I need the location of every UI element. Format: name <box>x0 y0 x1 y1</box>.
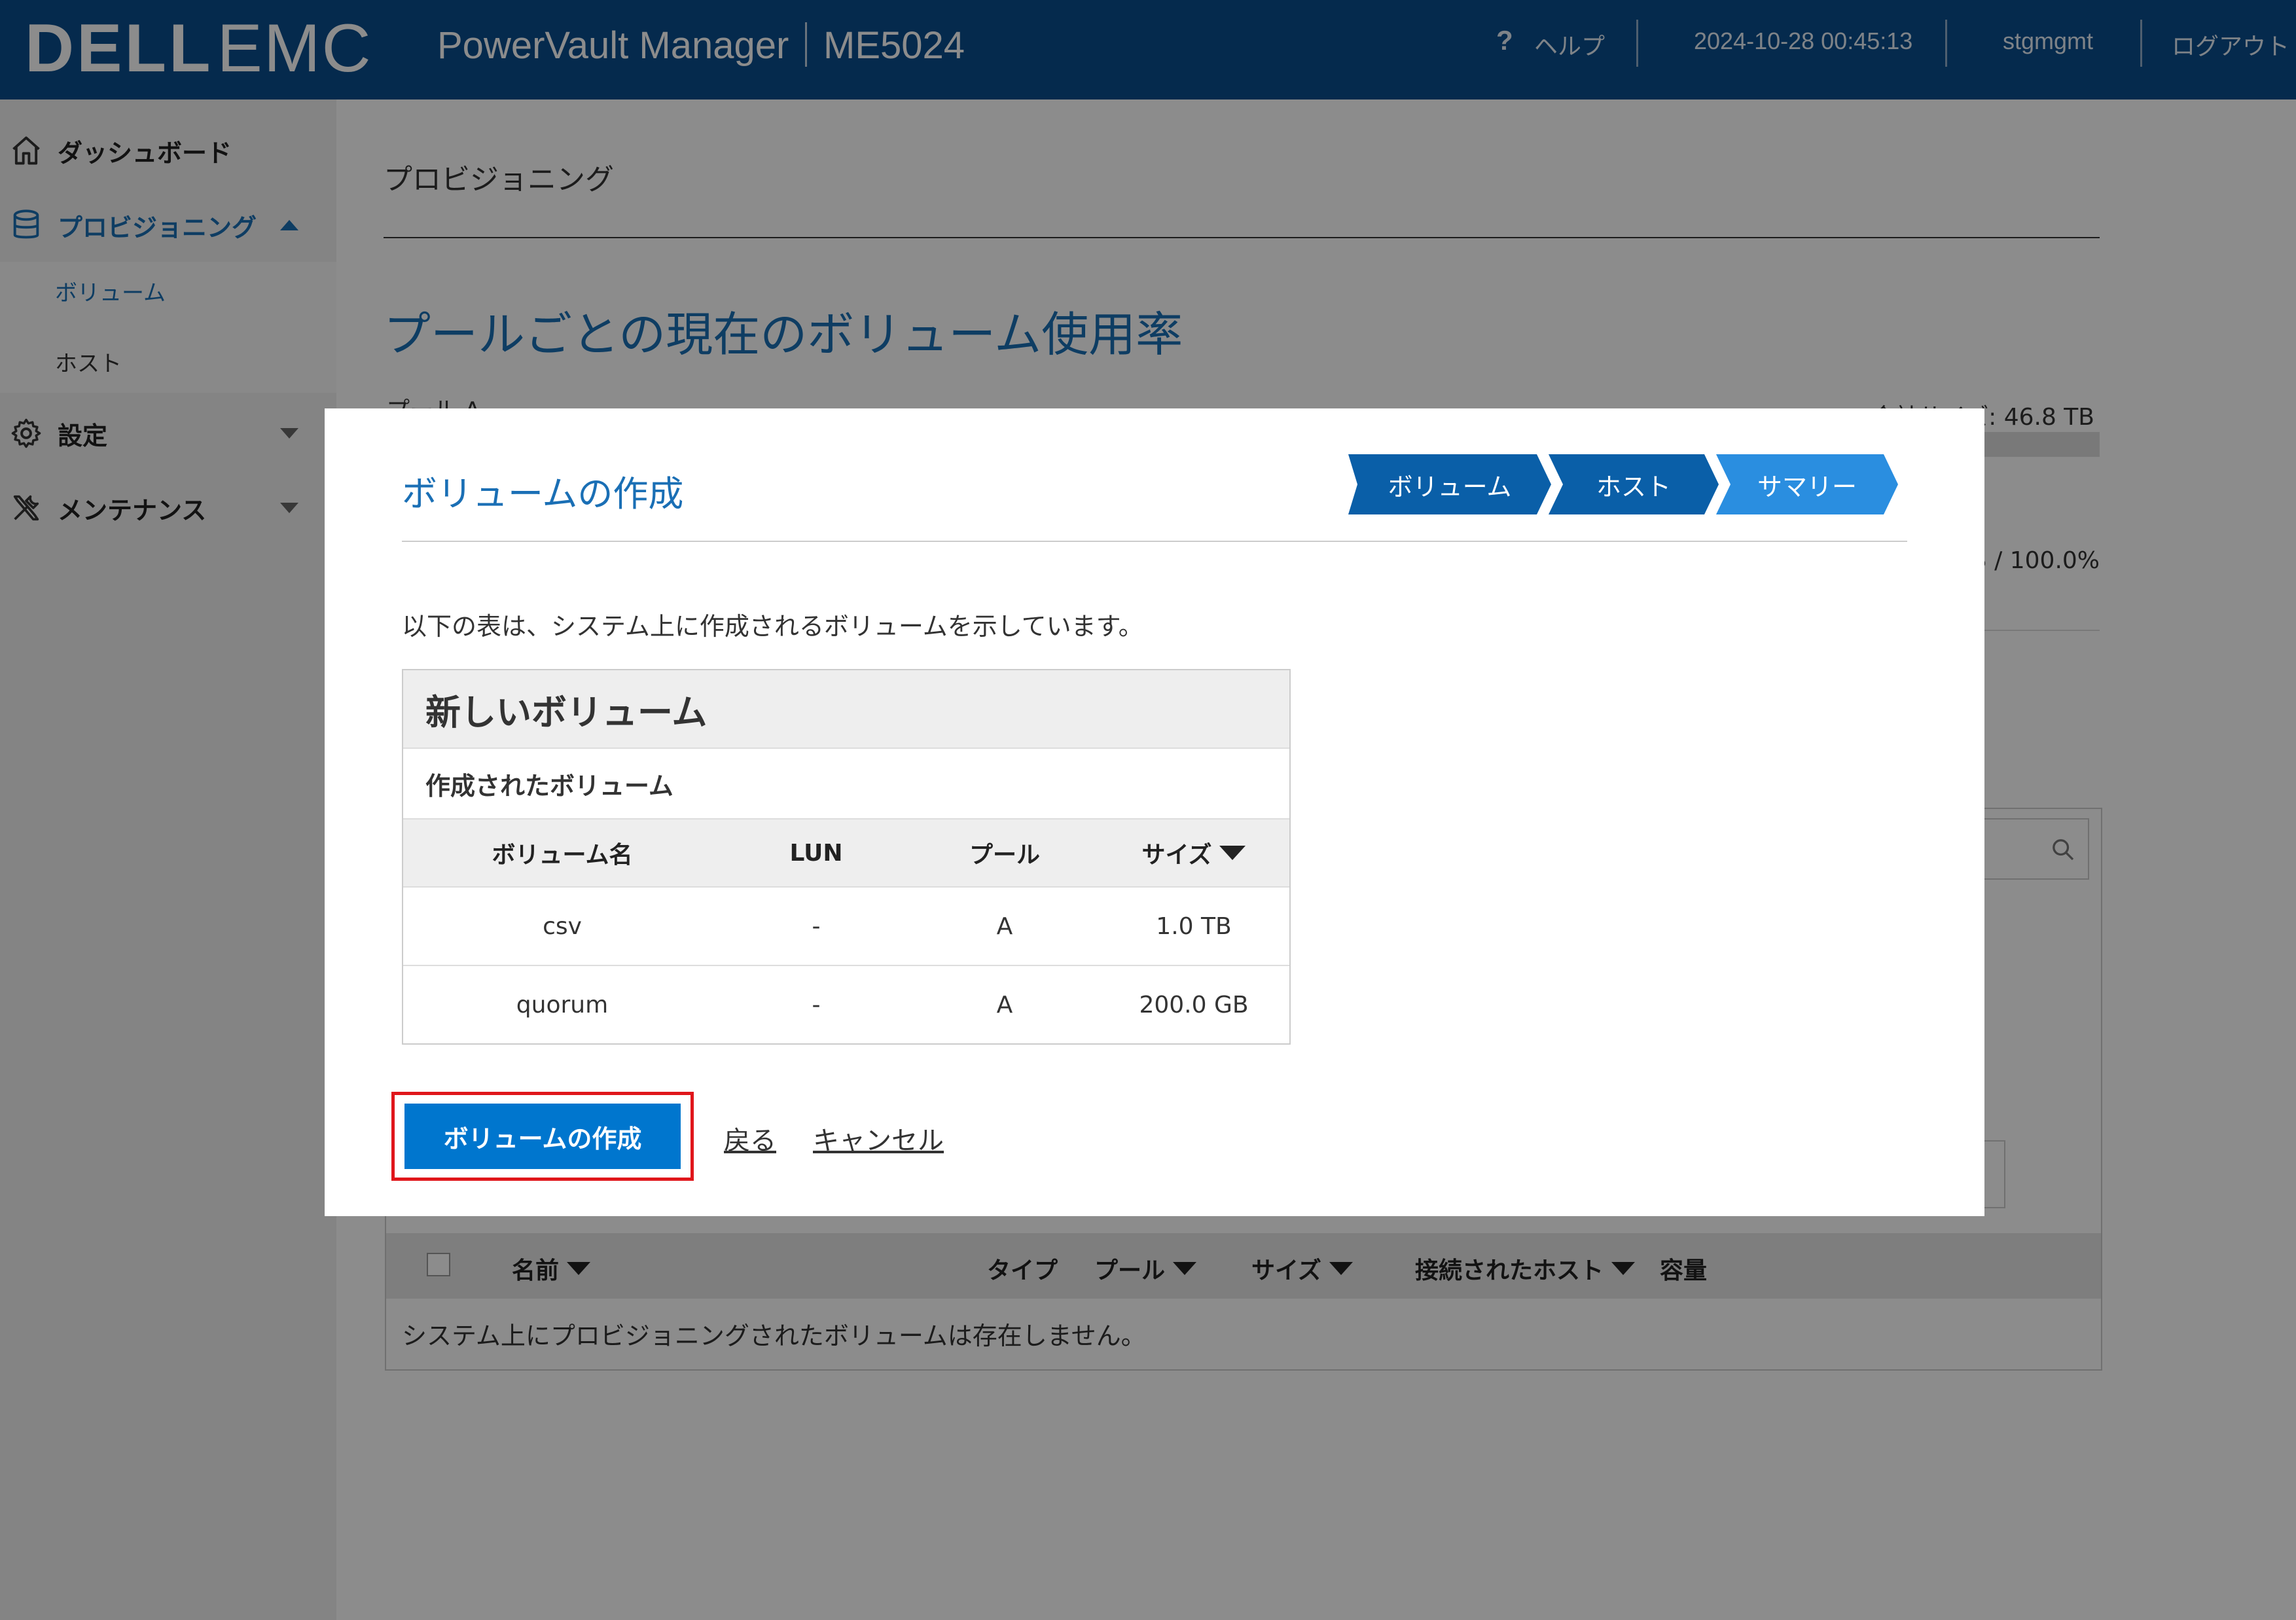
table-row: quorum - A 200.0 GB <box>403 965 1289 1043</box>
column-size-label: サイズ <box>1141 842 1212 869</box>
cell-lun: - <box>812 912 821 940</box>
dialog-title: ボリュームの作成 <box>402 473 684 514</box>
cell-size: 200.0 GB <box>1139 991 1249 1018</box>
cell-lun: - <box>812 991 821 1018</box>
column-volume-name: ボリューム名 <box>492 842 633 869</box>
create-volume-button[interactable]: ボリュームの作成 <box>404 1104 681 1169</box>
step-label: ホスト <box>1596 472 1671 501</box>
create-volume-dialog: ボリュームの作成 ボリューム ホスト サマリー 以下の表は、システム上に作成され… <box>325 408 1984 1216</box>
cell-volume-name: quorum <box>516 991 609 1018</box>
cell-pool: A <box>996 912 1013 940</box>
step-label: ボリューム <box>1388 472 1512 501</box>
step-summary[interactable]: サマリー <box>1716 454 1898 514</box>
back-link[interactable]: 戻る <box>724 1119 776 1157</box>
new-volumes-table: 新しいボリューム 作成されたボリューム ボリューム名 LUN プール サイズ c… <box>402 669 1291 1045</box>
step-label: サマリー <box>1757 472 1857 501</box>
cell-volume-name: csv <box>543 912 582 940</box>
column-size[interactable]: サイズ <box>1098 819 1289 886</box>
column-lun: LUN <box>789 839 843 867</box>
cell-pool: A <box>996 991 1013 1018</box>
step-volume[interactable]: ボリューム <box>1348 454 1551 514</box>
dialog-divider <box>402 541 1907 542</box>
table-title: 新しいボリューム <box>403 670 1289 747</box>
column-pool: プール <box>969 842 1040 869</box>
step-host[interactable]: ホスト <box>1549 454 1719 514</box>
cell-size: 1.0 TB <box>1156 912 1232 940</box>
table-subtitle: 作成されたボリューム <box>403 747 1289 818</box>
cancel-link[interactable]: キャンセル <box>813 1119 944 1157</box>
dialog-description: 以下の表は、システム上に作成されるボリュームを示しています。 <box>402 612 1143 641</box>
table-header-row: ボリューム名 LUN プール サイズ <box>403 818 1289 886</box>
table-row: csv - A 1.0 TB <box>403 886 1289 965</box>
sort-down-icon <box>1219 846 1246 860</box>
